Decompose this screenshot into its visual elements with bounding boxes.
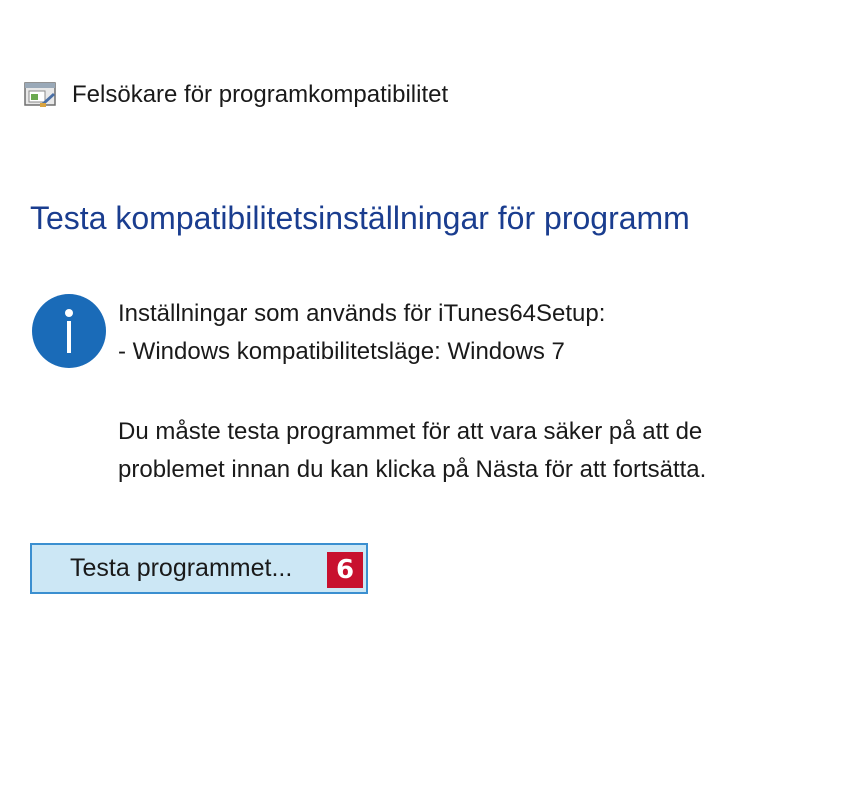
troubleshooter-window: Felsökare för programkompatibilitet Test… [0,0,844,798]
title-bar: Felsökare för programkompatibilitet [24,78,448,112]
info-icon [32,294,106,368]
test-program-button[interactable]: Testa programmet... [30,543,368,594]
test-program-button-label: Testa programmet... [70,554,293,582]
page-heading: Testa kompatibilitetsinställningar för p… [30,200,690,236]
instruction-text-line-2: problemet innan du kan klicka på Nästa f… [118,456,707,483]
step-number-badge: 6 [327,552,363,588]
compatibility-troubleshooter-icon [24,82,56,107]
window-title: Felsökare för programkompatibilitet [72,81,449,108]
instruction-text-line-1: Du måste testa programmet för att vara s… [118,418,703,445]
settings-label: Inställningar som används för iTunes64Se… [118,300,606,327]
compatibility-mode-value: - Windows kompatibilitetsläge: Windows 7 [118,338,565,365]
